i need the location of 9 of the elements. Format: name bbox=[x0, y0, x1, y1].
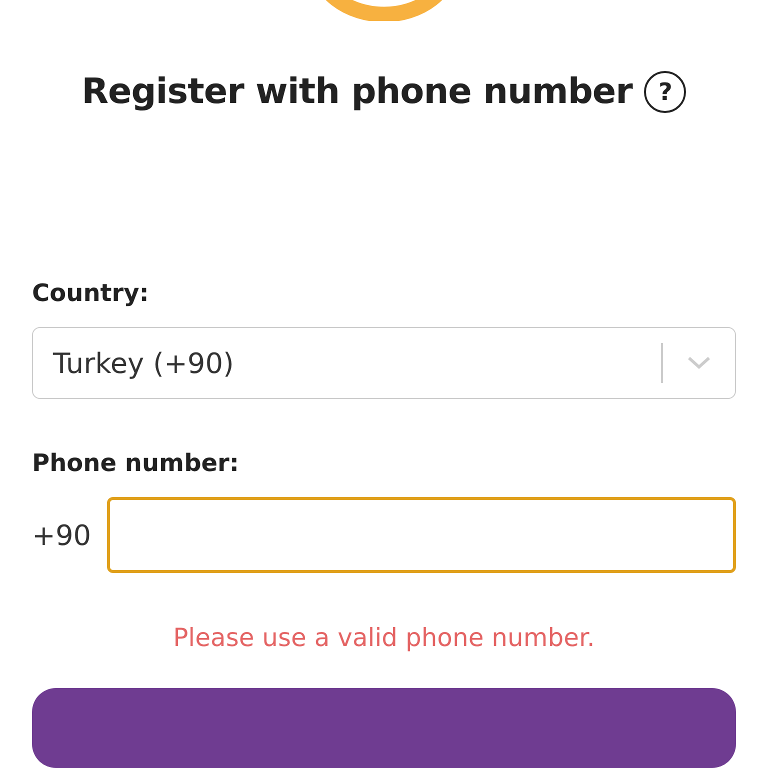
country-code: +90 bbox=[32, 518, 92, 552]
country-select[interactable]: Turkey (+90) bbox=[32, 327, 736, 399]
chevron-down-icon bbox=[687, 356, 711, 370]
phone-input[interactable] bbox=[107, 497, 736, 573]
error-message: Please use a valid phone number. bbox=[172, 623, 596, 652]
field-label: Phone number: bbox=[32, 449, 240, 477]
field-label: Country: bbox=[32, 279, 150, 308]
page-title: Register with phone number bbox=[82, 72, 632, 112]
help-icon[interactable]: ? bbox=[644, 71, 686, 114]
